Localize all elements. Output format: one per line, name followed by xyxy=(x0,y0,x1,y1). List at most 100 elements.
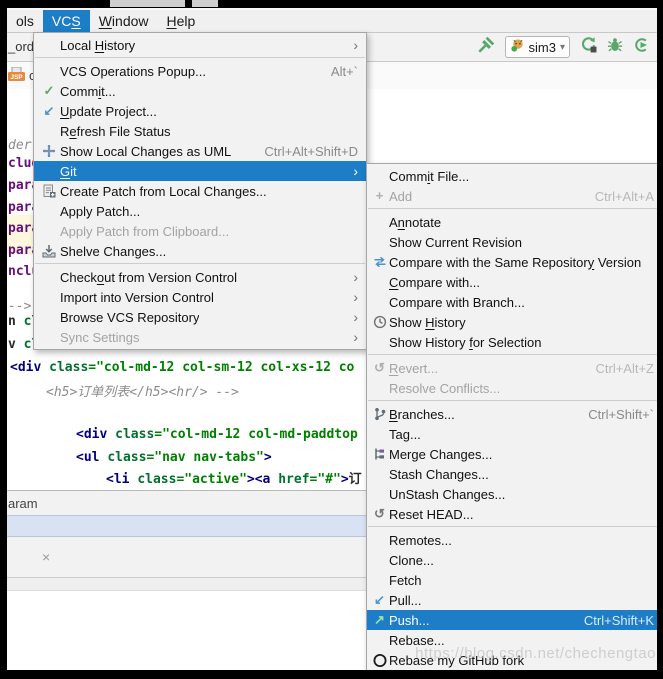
menu-item-refresh-file-status[interactable]: Refresh File Status xyxy=(34,121,366,141)
menu-item-add[interactable]: +AddCtrl+Alt+A xyxy=(367,186,657,206)
uml-icon xyxy=(38,144,60,159)
menu-item-create-patch-from-local-changes[interactable]: Create Patch from Local Changes... xyxy=(34,181,366,201)
debug-bug-icon[interactable] xyxy=(607,37,623,58)
menu-item-remotes[interactable]: Remotes... xyxy=(367,530,657,550)
menu-item-label: Shelve Changes... xyxy=(60,244,166,259)
menu-bar: olsVCSWindowHelp xyxy=(7,10,657,33)
menu-item-label: Merge Changes... xyxy=(389,447,492,462)
ide-window: olsVCSWindowHelp _ord xyxy=(0,0,663,679)
menu-item-push[interactable]: ↗Push...Ctrl+Shift+K xyxy=(367,610,657,630)
menu-item-label: UnStash Changes... xyxy=(389,487,505,502)
navigation-bar-fragment[interactable]: _ord xyxy=(8,39,34,54)
menu-item-show-local-changes-as-uml[interactable]: Show Local Changes as UMLCtrl+Alt+Shift+… xyxy=(34,141,366,161)
menu-item-commit[interactable]: ✓Commit... xyxy=(34,81,366,101)
menu-item-stash-changes[interactable]: Stash Changes... xyxy=(367,464,657,484)
code-line: <h5>订单列表</h5><hr/> --> xyxy=(46,385,239,401)
menu-item-show-current-revision[interactable]: Show Current Revision xyxy=(367,232,657,252)
menubar-item-window[interactable]: Window xyxy=(90,10,158,32)
menu-shortcut: Ctrl+Alt+Z xyxy=(577,361,654,376)
menu-item-clone[interactable]: Clone... xyxy=(367,550,657,570)
menu-separator xyxy=(368,526,657,527)
close-icon[interactable]: × xyxy=(42,550,50,564)
menu-item-label: Remotes... xyxy=(389,533,452,548)
menu-item-show-history-for-selection[interactable]: Show History for Selection xyxy=(367,332,657,352)
menu-item-label: Compare with... xyxy=(389,275,480,290)
clock-icon xyxy=(370,315,389,330)
menu-item-compare-with[interactable]: Compare with... xyxy=(367,272,657,292)
menu-item-import-into-version-control[interactable]: Import into Version Control › xyxy=(34,287,366,307)
compare-icon xyxy=(370,255,389,270)
menu-item-apply-patch-from-clipboard[interactable]: Apply Patch from Clipboard... xyxy=(34,221,366,241)
menu-item-label: Add xyxy=(389,189,412,204)
menu-item-label: Create Patch from Local Changes... xyxy=(60,184,267,199)
menu-item-update-project[interactable]: ↙Update Project... xyxy=(34,101,366,121)
shelve-icon xyxy=(38,244,60,259)
menu-item-git[interactable]: Git› xyxy=(34,161,366,181)
run-config-combo[interactable]: sim3 ▾ xyxy=(505,36,570,58)
menubar-item-ols[interactable]: ols xyxy=(7,10,43,32)
menubar-item-help[interactable]: Help xyxy=(158,10,205,32)
menu-shortcut: Ctrl+Shift+K xyxy=(566,613,654,628)
menu-item-label: Branches... xyxy=(389,407,455,422)
menu-item-checkout-from-version-control[interactable]: Checkout from Version Control › xyxy=(34,267,366,287)
tool-panel-label: aram xyxy=(8,496,38,511)
menu-item-label: Refresh File Status xyxy=(60,124,171,139)
run-toolbar: sim3 ▾ xyxy=(477,35,649,59)
submenu-arrow-icon: › xyxy=(353,290,358,304)
menu-item-annotate[interactable]: Annotate xyxy=(367,212,657,232)
menu-item-label: Local History xyxy=(60,38,135,53)
menu-item-reset-head[interactable]: ↺Reset HEAD... xyxy=(367,504,657,524)
coverage-icon[interactable] xyxy=(633,37,649,58)
menu-separator xyxy=(368,354,657,355)
menu-item-label: Compare with the Same Repository Version xyxy=(389,255,641,270)
menu-item-label: Git xyxy=(60,164,77,179)
menu-item-local-history[interactable]: Local History› xyxy=(34,35,366,55)
menu-item-label: Revert... xyxy=(389,361,438,376)
branch-icon xyxy=(370,407,389,422)
patch-icon xyxy=(38,184,60,199)
menu-item-shelve-changes[interactable]: Shelve Changes... xyxy=(34,241,366,261)
menu-item-pull[interactable]: ↙Pull... xyxy=(367,590,657,610)
submenu-arrow-icon: › xyxy=(353,310,358,324)
check-icon: ✓ xyxy=(38,84,60,98)
code-line: <div class="col-md-12 col-md-paddtop xyxy=(76,427,358,443)
submenu-arrow-icon: › xyxy=(353,270,358,284)
menu-item-label: Reset HEAD... xyxy=(389,507,474,522)
menu-item-apply-patch[interactable]: Apply Patch... xyxy=(34,201,366,221)
menu-item-show-history[interactable]: Show History xyxy=(367,312,657,332)
rerun-icon[interactable] xyxy=(580,36,597,58)
menu-item-vcs-operations-popup[interactable]: VCS Operations Popup...Alt+` xyxy=(34,61,366,81)
build-hammer-icon[interactable] xyxy=(477,36,495,59)
menu-item-label: Clone... xyxy=(389,553,434,568)
menu-item-commit-file[interactable]: Commit File... xyxy=(367,166,657,186)
code-line: <li class="active"><a href="#">订 xyxy=(106,472,362,488)
github-icon xyxy=(370,653,389,668)
plus-icon: + xyxy=(370,189,389,203)
menu-item-branches[interactable]: Branches...Ctrl+Shift+` xyxy=(367,404,657,424)
menu-item-label: Import into Version Control xyxy=(60,290,214,305)
menu-item-label: Checkout from Version Control xyxy=(60,270,237,285)
menu-item-label: Stash Changes... xyxy=(389,467,489,482)
menubar-item-vcs[interactable]: VCS xyxy=(43,10,90,32)
submenu-arrow-icon: › xyxy=(353,330,358,344)
tomcat-icon xyxy=(510,38,525,56)
update-icon: ↙ xyxy=(38,104,60,118)
menu-item-revert[interactable]: ↺Revert...Ctrl+Alt+Z xyxy=(367,358,657,378)
menu-item-compare-with-the-same-repository-version[interactable]: Compare with the Same Repository Version xyxy=(367,252,657,272)
menu-item-label: Commit File... xyxy=(389,169,469,184)
jsp-file-icon: JSP xyxy=(8,67,27,84)
menu-item-label: Browse VCS Repository xyxy=(60,310,199,325)
menu-item-merge-changes[interactable]: Merge Changes... xyxy=(367,444,657,464)
menu-item-label: Fetch xyxy=(389,573,422,588)
menu-item-label: Update Project... xyxy=(60,104,157,119)
menu-item-compare-with-branch[interactable]: Compare with Branch... xyxy=(367,292,657,312)
menu-item-browse-vcs-repository[interactable]: Browse VCS Repository › xyxy=(34,307,366,327)
run-config-value: sim3 xyxy=(529,40,556,55)
menu-item-sync-settings[interactable]: Sync Settings› xyxy=(34,327,366,347)
menu-item-fetch[interactable]: Fetch xyxy=(367,570,657,590)
vcs-menu-popup: Local History›VCS Operations Popup...Alt… xyxy=(33,32,367,350)
menu-item-unstash-changes[interactable]: UnStash Changes... xyxy=(367,484,657,504)
menu-item-tag[interactable]: Tag... xyxy=(367,424,657,444)
merge-icon xyxy=(370,447,389,462)
menu-item-resolve-conflicts[interactable]: Resolve Conflicts... xyxy=(367,378,657,398)
